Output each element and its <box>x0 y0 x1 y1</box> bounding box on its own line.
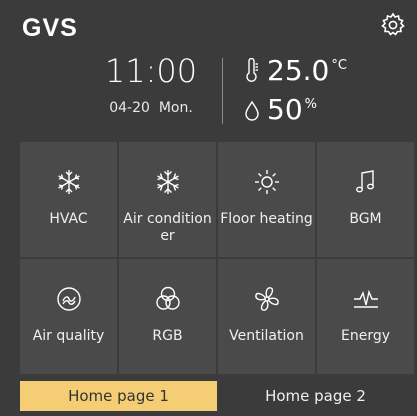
tile-floor-heating[interactable]: Floor heating <box>218 142 315 257</box>
tab-home-page-1[interactable]: Home page 1 <box>20 381 217 411</box>
tile-label: RGB <box>152 328 183 344</box>
humidity-value: 50 <box>267 93 303 126</box>
tile-hvac[interactable]: HVAC <box>20 142 117 257</box>
tile-label: Ventilation <box>229 328 304 344</box>
thermometer-icon <box>246 58 258 82</box>
tile-air-conditioner[interactable]: Air conditioner <box>119 142 216 257</box>
tile-label: Air quality <box>32 328 105 344</box>
tile-energy[interactable]: Energy <box>317 259 414 374</box>
brand-logo: GVS <box>22 14 78 42</box>
tile-label: BGM <box>349 211 382 227</box>
air-quality-icon <box>56 287 81 311</box>
date-value: 04-20 <box>109 100 150 116</box>
tile-air-quality[interactable]: Air quality <box>20 259 117 374</box>
tile-ventilation[interactable]: Ventilation <box>218 259 315 374</box>
humidity-unit: % <box>304 97 317 112</box>
music-note-icon <box>355 170 374 193</box>
energy-icon <box>353 289 378 308</box>
tile-label: Energy <box>340 328 390 344</box>
temperature-readout: 25.0 °C <box>243 56 347 86</box>
tile-label: Air conditioner <box>123 211 212 244</box>
tab-home-page-2[interactable]: Home page 2 <box>217 381 414 411</box>
temperature-value: 25.0 <box>267 54 330 87</box>
page-tabs: Home page 1 Home page 2 <box>20 381 414 411</box>
water-drop-icon <box>245 100 259 121</box>
tile-label: Floor heating <box>220 211 313 227</box>
hvac-icon <box>57 170 80 194</box>
tile-label: HVAC <box>49 211 88 227</box>
rgb-icon <box>155 286 180 310</box>
tile-rgb[interactable]: RGB <box>119 259 216 374</box>
clock-date: 04-20 Mon. <box>96 100 206 116</box>
sun-icon <box>254 170 279 194</box>
settings-gear-icon[interactable] <box>380 12 406 38</box>
fan-icon <box>254 287 279 311</box>
header-divider <box>222 58 223 124</box>
snowflake-icon <box>156 170 179 194</box>
function-grid: HVAC Air conditioner Floor heating BGM A… <box>20 142 414 374</box>
weekday-value: Mon. <box>158 100 193 116</box>
humidity-readout: 50 % <box>243 95 317 125</box>
tile-bgm[interactable]: BGM <box>317 142 414 257</box>
clock-time: 11:00 <box>104 52 198 90</box>
temperature-unit: °C <box>331 58 347 73</box>
